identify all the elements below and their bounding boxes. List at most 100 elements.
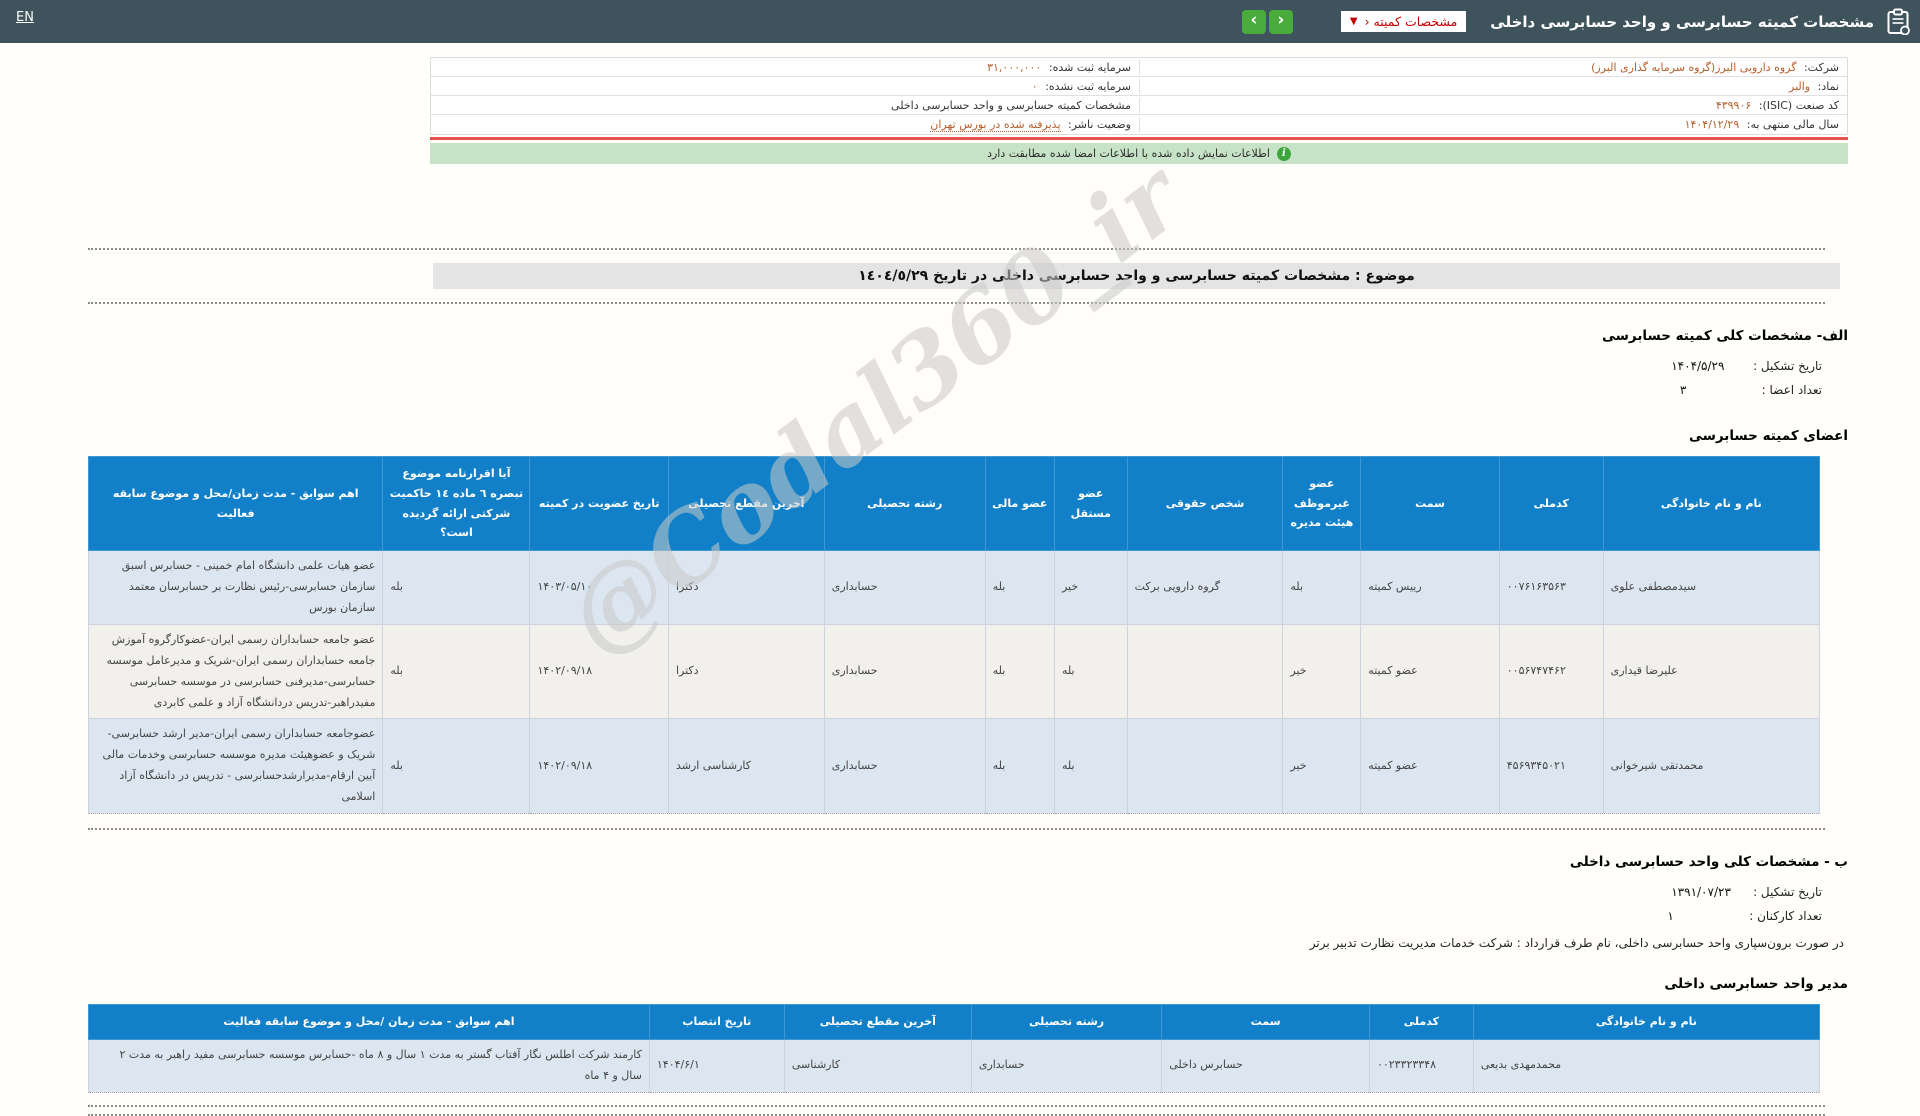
cell-records: عضو هیات علمی دانشگاه امام خمینی - حسابر… (87, 550, 384, 625)
cell-national-id: ۴۵۶۹۳۴۵۰۲۱ (1498, 718, 1604, 814)
committee-members-count-row: تعداد اعضا : ۳ (430, 378, 1848, 402)
report-clipboard-icon[interactable] (1886, 8, 1910, 35)
subject-bar: موضوع : مشخصات کمیته حسابرسی و واحد حساب… (433, 263, 1840, 289)
committee-specs-dropdown[interactable]: مشخصات کمیته ‹ ▼ (1340, 11, 1467, 32)
cell-declaration: بله (382, 718, 531, 814)
dotted-separator (88, 248, 1825, 250)
committee-table-header-row: نام و نام خانوادگی کدملی سمت عضو غیرموظف… (87, 455, 1821, 552)
cell-financial: بله (984, 550, 1055, 625)
next-report-button[interactable]: › (1268, 9, 1293, 34)
dotted-separator (88, 1113, 1825, 1116)
table-row: سیدمصطفی علوی ۰۰۷۶۱۶۳۵۶۳ رییس کمیته بله … (87, 550, 1821, 625)
section-b-title: ب - مشخصات کلی واحد حسابرسی داخلی (1569, 853, 1848, 870)
symbol-value: والبر (1789, 79, 1811, 93)
cell-legal-entity: گروه دارویی برکت (1126, 550, 1284, 625)
registered-capital-value: ۳۱,۰۰۰,۰۰۰ (987, 60, 1042, 74)
col-header-financial: عضو مالی (984, 455, 1055, 552)
dotted-separator (88, 827, 1825, 830)
formation-date-label: تاریخ تشکیل : (1753, 359, 1822, 373)
company-label: شرکت: (1803, 60, 1839, 74)
members-count-label: تعداد اعضا : (1761, 383, 1822, 397)
col-header-legal-entity: شخص حقوقی (1126, 455, 1284, 552)
cell-records: عضوجامعه حسابداران رسمی ایران-مدیر ارشد … (87, 718, 384, 814)
chevron-down-icon: ▼ (1349, 16, 1358, 27)
section-b: ب - مشخصات کلی واحد حسابرسی داخلی تاریخ … (430, 854, 1848, 992)
report-name-cell: مشخصات کمیته حسابرسی و واحد حسابرسی داخل… (431, 98, 1139, 113)
unit-formation-date-value: ۱۳۹۱/۰۷/۲۳ (1671, 884, 1731, 899)
cell-records: عضو جامعه حسابداران رسمی ایران-عضوکارگرو… (87, 623, 384, 720)
cell-field-of-study: حسابداری (823, 550, 986, 625)
col-header-position: سمت (1161, 1003, 1370, 1040)
cell-legal-entity (1126, 718, 1284, 814)
unregistered-capital-cell: سرمایه ثبت نشده: ۰ (431, 79, 1139, 94)
issuer-status-cell: وضعیت ناشر: پذیرفته شده در بورس تهران (431, 117, 1139, 132)
col-header-membership-date: تاریخ عضویت در کمیته (529, 455, 669, 552)
cell-national-id: ۰۰۵۶۷۴۷۴۶۲ (1498, 623, 1604, 720)
col-header-nonexec-board: عضو غیرموظف هیئت مدیره (1282, 455, 1362, 552)
col-header-fullname: نام و نام خانوادگی (1602, 455, 1821, 552)
symbol-cell: نماد: والبر (1139, 78, 1847, 94)
col-header-degree: آخرین مقطع تحصیلی (783, 1003, 972, 1040)
cell-nonexec-board: بله (1282, 550, 1362, 625)
cell-position: عضو کمیته (1360, 623, 1500, 720)
cell-field-of-study: حسابداری (823, 718, 986, 814)
company-value: گروه دارویی البرز(گروه سرمایه گذاری البر… (1591, 60, 1797, 74)
table-row: علیرضا قیداری ۰۰۵۶۷۴۷۴۶۲ عضو کمیته خیر ب… (87, 623, 1821, 720)
cell-fullname: سیدمصطفی علوی (1602, 550, 1821, 625)
col-header-degree: آخرین مقطع تحصیلی (667, 455, 825, 552)
table-row: محمدتقی شیرخوانی ۴۵۶۹۳۴۵۰۲۱ عضو کمیته خی… (87, 718, 1821, 814)
cell-degree: دکترا (667, 550, 825, 625)
unit-staff-count-value: ۱ (1667, 908, 1674, 923)
internal-audit-manager-table-title: مدیر واحد حسابرسی داخلی (1664, 975, 1848, 992)
fiscal-year-label: سال مالی منتهی به: (1746, 118, 1839, 131)
cell-membership-date: ۱۴۰۳/۰۵/۱۰ (529, 550, 669, 625)
info-row-4: سال مالی منتهی به: ۱۴۰۴/۱۲/۲۹ وضعیت ناشر… (431, 115, 1847, 134)
unit-formation-date-row: تاریخ تشکیل : ۱۳۹۱/۰۷/۲۳ (430, 880, 1848, 904)
isic-value: ۴۳۹۹۰۶ (1715, 98, 1752, 112)
cell-membership-date: ۱۴۰۲/۰۹/۱۸ (529, 623, 669, 720)
col-header-appointment-date: تاریخ انتصاب (648, 1003, 785, 1040)
committee-members-table: نام و نام خانوادگی کدملی سمت عضو غیرموظف… (87, 455, 1821, 814)
dotted-separator (88, 302, 1825, 304)
cell-declaration: بله (382, 623, 531, 720)
cell-nonexec-board: خیر (1282, 623, 1362, 720)
cell-records: کارمند شرکت اطلس نگار آفتاب گستر به مدت … (88, 1038, 650, 1093)
language-en-link[interactable]: EN (16, 10, 34, 25)
info-icon: i (1276, 146, 1291, 161)
col-header-fullname: نام و نام خانوادگی (1472, 1003, 1821, 1040)
cell-degree: دکترا (667, 623, 825, 720)
col-header-field-of-study: رشته تحصیلی (970, 1003, 1163, 1040)
cell-fullname: محمدتقی شیرخوانی (1602, 718, 1821, 814)
committee-members-table-title: اعضای کمیته حسابرسی (1688, 428, 1848, 444)
cell-declaration: بله (382, 550, 531, 625)
cell-nonexec-board: خیر (1282, 718, 1362, 814)
red-divider (430, 137, 1848, 140)
manager-table-header-row: نام و نام خانوادگی کدملی سمت رشته تحصیلی… (88, 1003, 1821, 1040)
internal-audit-manager-table: نام و نام خانوادگی کدملی سمت رشته تحصیلی… (88, 1003, 1821, 1093)
col-header-position: سمت (1360, 455, 1500, 552)
section-a: الف- مشخصات کلی کمیته حسابرسی تاریخ تشکی… (430, 328, 1848, 444)
issuer-status-link[interactable]: پذیرفته شده در بورس تهران (930, 118, 1061, 132)
cell-national-id: ۰۰۲۳۳۲۳۳۴۸ (1368, 1038, 1474, 1093)
signature-match-notice: i اطلاعات نمایش داده شده با اطلاعات امضا… (430, 143, 1848, 164)
members-count-value: ۳ (1679, 383, 1687, 397)
info-row-1: شرکت: گروه دارویی البرز(گروه سرمایه گذار… (431, 58, 1847, 77)
cell-fullname: محمدمهدی بدیعی (1472, 1038, 1821, 1093)
signature-match-text: اطلاعات نمایش داده شده با اطلاعات امضا ش… (987, 147, 1270, 160)
unregistered-capital-label: سرمایه ثبت نشده: (1045, 79, 1131, 93)
issuer-status-label: وضعیت ناشر: (1068, 118, 1131, 131)
fiscal-year-value: ۱۴۰۴/۱۲/۲۹ (1684, 118, 1740, 131)
top-bar: EN مشخصات کمیته حسابرسی و واحد حسابرسی د… (0, 0, 1920, 43)
col-header-national-id: کدملی (1368, 1003, 1474, 1040)
cell-independent: خیر (1053, 550, 1128, 625)
col-header-independent: عضو مستقل (1053, 455, 1128, 552)
cell-financial: بله (984, 718, 1055, 814)
cell-fullname: علیرضا قیداری (1602, 623, 1821, 720)
page-title: مشخصات کمیته حسابرسی و واحد حسابرسی داخل… (1490, 12, 1874, 31)
dotted-separator (88, 1104, 1825, 1107)
fiscal-year-cell: سال مالی منتهی به: ۱۴۰۴/۱۲/۲۹ (1139, 117, 1847, 132)
info-row-2: نماد: والبر سرمایه ثبت نشده: ۰ (431, 77, 1847, 96)
table-row: محمدمهدی بدیعی ۰۰۲۳۳۲۳۳۴۸ حسابرس داخلی ح… (88, 1038, 1821, 1093)
prev-report-button[interactable]: ‹ (1241, 9, 1266, 34)
cell-degree: کارشناسی (783, 1038, 972, 1093)
